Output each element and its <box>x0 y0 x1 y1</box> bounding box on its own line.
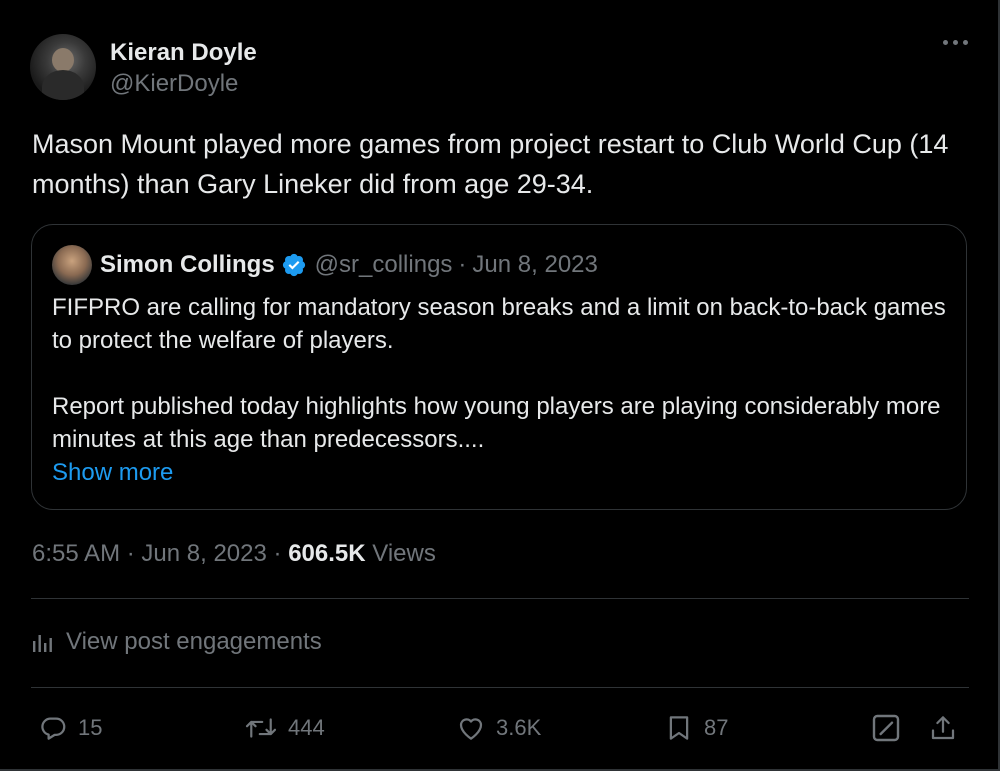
author-display-name[interactable]: Kieran Doyle <box>110 38 257 68</box>
heart-icon <box>459 718 483 740</box>
author-names: Kieran Doyle @KierDoyle <box>110 38 257 100</box>
tweet-date[interactable]: Jun 8, 2023 <box>141 540 266 567</box>
quoted-author-avatar[interactable] <box>52 245 92 285</box>
more-options-icon[interactable] <box>943 40 968 45</box>
quoted-paragraph: FIFPRO are calling for mandatory season … <box>52 294 946 354</box>
quoted-tweet-body: FIFPRO are calling for mandatory season … <box>52 291 952 489</box>
verified-badge-icon <box>282 253 305 277</box>
like-button[interactable]: 3.6K <box>456 706 541 750</box>
bookmark-count: 87 <box>704 715 729 740</box>
share-upload-icon <box>931 716 955 740</box>
tweet-time[interactable]: 6:55 AM <box>32 540 120 567</box>
more-dot <box>963 40 968 45</box>
quoted-author-handle[interactable]: @sr_collings <box>315 251 453 279</box>
show-more-link[interactable]: Show more <box>52 456 952 489</box>
reply-bubble-icon <box>41 717 66 740</box>
quoted-tweet-card[interactable]: Simon Collings @sr_collings · Jun 8, 202… <box>31 224 967 510</box>
divider <box>31 687 969 688</box>
quoted-tweet-header: Simon Collings @sr_collings · Jun 8, 202… <box>52 245 598 285</box>
views-count: 606.5K <box>288 540 366 567</box>
bookmark-button[interactable]: 87 <box>664 706 728 750</box>
divider <box>31 598 969 599</box>
author-avatar[interactable] <box>30 34 96 100</box>
views-label: Views <box>372 540 436 567</box>
repost-button[interactable]: 444 <box>244 706 325 750</box>
quoted-paragraph: Report published today highlights how yo… <box>52 393 941 453</box>
grok-button[interactable] <box>870 706 912 750</box>
author-handle[interactable]: @KierDoyle <box>110 68 257 100</box>
bookmark-icon <box>669 716 689 740</box>
view-engagements-button[interactable]: View post engagements <box>32 628 322 656</box>
like-count: 3.6K <box>496 715 542 740</box>
tweet-header: Kieran Doyle @KierDoyle <box>30 34 257 100</box>
meta-separator: · <box>126 540 135 567</box>
repost-count: 444 <box>288 715 325 740</box>
more-dot <box>943 40 948 45</box>
quoted-date[interactable]: Jun 8, 2023 <box>472 251 597 279</box>
reply-button[interactable]: 15 <box>38 706 102 750</box>
quoted-separator: · <box>458 251 467 278</box>
quoted-author-display-name[interactable]: Simon Collings <box>100 251 275 279</box>
tweet-meta: 6:55 AM · Jun 8, 2023 · 606.5K Views <box>32 540 436 568</box>
view-engagements-label: View post engagements <box>66 628 322 655</box>
reply-count: 15 <box>78 715 103 740</box>
tweet-text: Mason Mount played more games from proje… <box>32 129 949 199</box>
edit-square-icon <box>872 714 900 742</box>
meta-separator: · <box>273 540 282 567</box>
repost-arrows-icon <box>245 718 277 738</box>
analytics-bars-icon <box>33 635 52 652</box>
share-button[interactable] <box>928 706 968 750</box>
more-dot <box>953 40 958 45</box>
action-bar: 15 444 3.6K 87 <box>32 706 972 750</box>
